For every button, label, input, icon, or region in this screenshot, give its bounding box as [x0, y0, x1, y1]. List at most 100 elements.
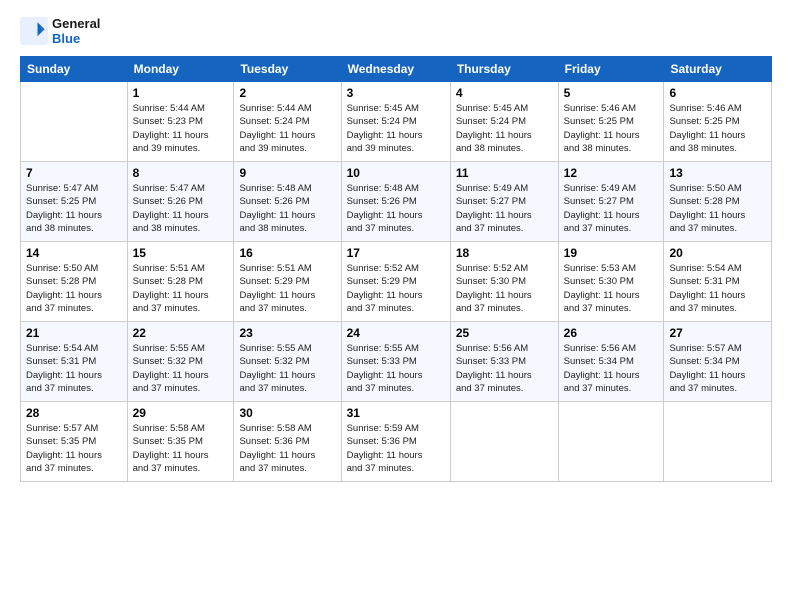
day-info: Sunrise: 5:52 AM Sunset: 5:29 PM Dayligh…	[347, 262, 445, 315]
header-tuesday: Tuesday	[234, 57, 341, 82]
calendar-cell: 29 Sunrise: 5:58 AM Sunset: 5:35 PM Dayli…	[127, 402, 234, 482]
day-number: 9	[239, 166, 335, 180]
header-friday: Friday	[558, 57, 664, 82]
calendar-cell: 24 Sunrise: 5:55 AM Sunset: 5:33 PM Dayli…	[341, 322, 450, 402]
day-number: 15	[133, 246, 229, 260]
day-info: Sunrise: 5:55 AM Sunset: 5:32 PM Dayligh…	[133, 342, 229, 395]
day-number: 30	[239, 406, 335, 420]
calendar-cell: 9 Sunrise: 5:48 AM Sunset: 5:26 PM Daylig…	[234, 162, 341, 242]
header-wednesday: Wednesday	[341, 57, 450, 82]
day-number: 10	[347, 166, 445, 180]
day-number: 25	[456, 326, 553, 340]
day-number: 17	[347, 246, 445, 260]
day-number: 26	[564, 326, 659, 340]
calendar-cell: 22 Sunrise: 5:55 AM Sunset: 5:32 PM Dayli…	[127, 322, 234, 402]
day-info: Sunrise: 5:55 AM Sunset: 5:33 PM Dayligh…	[347, 342, 445, 395]
day-number: 3	[347, 86, 445, 100]
day-number: 6	[669, 86, 766, 100]
calendar-cell: 6 Sunrise: 5:46 AM Sunset: 5:25 PM Daylig…	[664, 82, 772, 162]
calendar-cell: 23Sunrise: 5:55 AM Sunset: 5:32 PM Dayli…	[234, 322, 341, 402]
calendar-cell	[558, 402, 664, 482]
calendar-table: SundayMondayTuesdayWednesdayThursdayFrid…	[20, 56, 772, 482]
header-thursday: Thursday	[450, 57, 558, 82]
calendar-cell: 4 Sunrise: 5:45 AM Sunset: 5:24 PM Daylig…	[450, 82, 558, 162]
day-info: Sunrise: 5:50 AM Sunset: 5:28 PM Dayligh…	[669, 182, 766, 235]
day-info: Sunrise: 5:59 AM Sunset: 5:36 PM Dayligh…	[347, 422, 445, 475]
day-info: Sunrise: 5:47 AM Sunset: 5:26 PM Dayligh…	[133, 182, 229, 235]
day-info: Sunrise: 5:58 AM Sunset: 5:36 PM Dayligh…	[239, 422, 335, 475]
day-info: Sunrise: 5:53 AM Sunset: 5:30 PM Dayligh…	[564, 262, 659, 315]
day-number: 19	[564, 246, 659, 260]
day-info: Sunrise: 5:45 AM Sunset: 5:24 PM Dayligh…	[456, 102, 553, 155]
day-info: Sunrise: 5:46 AM Sunset: 5:25 PM Dayligh…	[669, 102, 766, 155]
day-number: 20	[669, 246, 766, 260]
calendar-cell: 5 Sunrise: 5:46 AM Sunset: 5:25 PM Daylig…	[558, 82, 664, 162]
week-row-5: 28 Sunrise: 5:57 AM Sunset: 5:35 PM Dayli…	[21, 402, 772, 482]
day-number: 23	[239, 326, 335, 340]
calendar-cell: 1Sunrise: 5:44 AM Sunset: 5:23 PM Daylig…	[127, 82, 234, 162]
day-info: Sunrise: 5:58 AM Sunset: 5:35 PM Dayligh…	[133, 422, 229, 475]
calendar-cell	[664, 402, 772, 482]
day-info: Sunrise: 5:56 AM Sunset: 5:34 PM Dayligh…	[564, 342, 659, 395]
calendar-cell: 13 Sunrise: 5:50 AM Sunset: 5:28 PM Dayli…	[664, 162, 772, 242]
day-info: Sunrise: 5:57 AM Sunset: 5:34 PM Dayligh…	[669, 342, 766, 395]
day-number: 14	[26, 246, 122, 260]
day-info: Sunrise: 5:44 AM Sunset: 5:23 PM Dayligh…	[133, 102, 229, 155]
calendar-cell: 26 Sunrise: 5:56 AM Sunset: 5:34 PM Dayli…	[558, 322, 664, 402]
day-number: 28	[26, 406, 122, 420]
calendar-cell: 20 Sunrise: 5:54 AM Sunset: 5:31 PM Dayli…	[664, 242, 772, 322]
day-info: Sunrise: 5:57 AM Sunset: 5:35 PM Dayligh…	[26, 422, 122, 475]
day-info: Sunrise: 5:56 AM Sunset: 5:33 PM Dayligh…	[456, 342, 553, 395]
calendar-page: General Blue SundayMondayTuesdayWednesda…	[0, 0, 792, 612]
day-number: 2	[239, 86, 335, 100]
day-number: 13	[669, 166, 766, 180]
header-sunday: Sunday	[21, 57, 128, 82]
calendar-cell: 11Sunrise: 5:49 AM Sunset: 5:27 PM Dayli…	[450, 162, 558, 242]
day-number: 21	[26, 326, 122, 340]
calendar-cell: 31 Sunrise: 5:59 AM Sunset: 5:36 PM Dayli…	[341, 402, 450, 482]
day-info: Sunrise: 5:48 AM Sunset: 5:26 PM Dayligh…	[239, 182, 335, 235]
day-number: 27	[669, 326, 766, 340]
logo-icon	[20, 17, 48, 45]
calendar-cell: 17 Sunrise: 5:52 AM Sunset: 5:29 PM Dayli…	[341, 242, 450, 322]
week-row-3: 14 Sunrise: 5:50 AM Sunset: 5:28 PM Dayli…	[21, 242, 772, 322]
day-info: Sunrise: 5:54 AM Sunset: 5:31 PM Dayligh…	[26, 342, 122, 395]
header: General Blue	[20, 16, 772, 46]
calendar-cell: 14 Sunrise: 5:50 AM Sunset: 5:28 PM Dayli…	[21, 242, 128, 322]
day-number: 4	[456, 86, 553, 100]
calendar-cell: 16 Sunrise: 5:51 AM Sunset: 5:29 PM Dayli…	[234, 242, 341, 322]
calendar-cell: 25 Sunrise: 5:56 AM Sunset: 5:33 PM Dayli…	[450, 322, 558, 402]
calendar-cell: 10 Sunrise: 5:48 AM Sunset: 5:26 PM Dayli…	[341, 162, 450, 242]
week-row-1: 1Sunrise: 5:44 AM Sunset: 5:23 PM Daylig…	[21, 82, 772, 162]
week-row-4: 21 Sunrise: 5:54 AM Sunset: 5:31 PM Dayli…	[21, 322, 772, 402]
day-number: 11	[456, 166, 553, 180]
day-info: Sunrise: 5:48 AM Sunset: 5:26 PM Dayligh…	[347, 182, 445, 235]
day-number: 5	[564, 86, 659, 100]
day-info: Sunrise: 5:47 AM Sunset: 5:25 PM Dayligh…	[26, 182, 122, 235]
day-info: Sunrise: 5:52 AM Sunset: 5:30 PM Dayligh…	[456, 262, 553, 315]
day-info: Sunrise: 5:46 AM Sunset: 5:25 PM Dayligh…	[564, 102, 659, 155]
day-info: Sunrise: 5:54 AM Sunset: 5:31 PM Dayligh…	[669, 262, 766, 315]
header-saturday: Saturday	[664, 57, 772, 82]
calendar-cell	[450, 402, 558, 482]
day-number: 16	[239, 246, 335, 260]
day-number: 8	[133, 166, 229, 180]
day-number: 31	[347, 406, 445, 420]
calendar-cell: 21 Sunrise: 5:54 AM Sunset: 5:31 PM Dayli…	[21, 322, 128, 402]
day-info: Sunrise: 5:51 AM Sunset: 5:28 PM Dayligh…	[133, 262, 229, 315]
day-info: Sunrise: 5:49 AM Sunset: 5:27 PM Dayligh…	[564, 182, 659, 235]
calendar-cell: 2Sunrise: 5:44 AM Sunset: 5:24 PM Daylig…	[234, 82, 341, 162]
day-info: Sunrise: 5:50 AM Sunset: 5:28 PM Dayligh…	[26, 262, 122, 315]
day-info: Sunrise: 5:51 AM Sunset: 5:29 PM Dayligh…	[239, 262, 335, 315]
logo-text: General Blue	[52, 16, 100, 46]
day-number: 29	[133, 406, 229, 420]
calendar-cell	[21, 82, 128, 162]
calendar-cell: 8 Sunrise: 5:47 AM Sunset: 5:26 PM Daylig…	[127, 162, 234, 242]
day-number: 22	[133, 326, 229, 340]
days-header-row: SundayMondayTuesdayWednesdayThursdayFrid…	[21, 57, 772, 82]
day-info: Sunrise: 5:45 AM Sunset: 5:24 PM Dayligh…	[347, 102, 445, 155]
calendar-cell: 12Sunrise: 5:49 AM Sunset: 5:27 PM Dayli…	[558, 162, 664, 242]
logo: General Blue	[20, 16, 100, 46]
calendar-cell: 15 Sunrise: 5:51 AM Sunset: 5:28 PM Dayli…	[127, 242, 234, 322]
day-number: 24	[347, 326, 445, 340]
